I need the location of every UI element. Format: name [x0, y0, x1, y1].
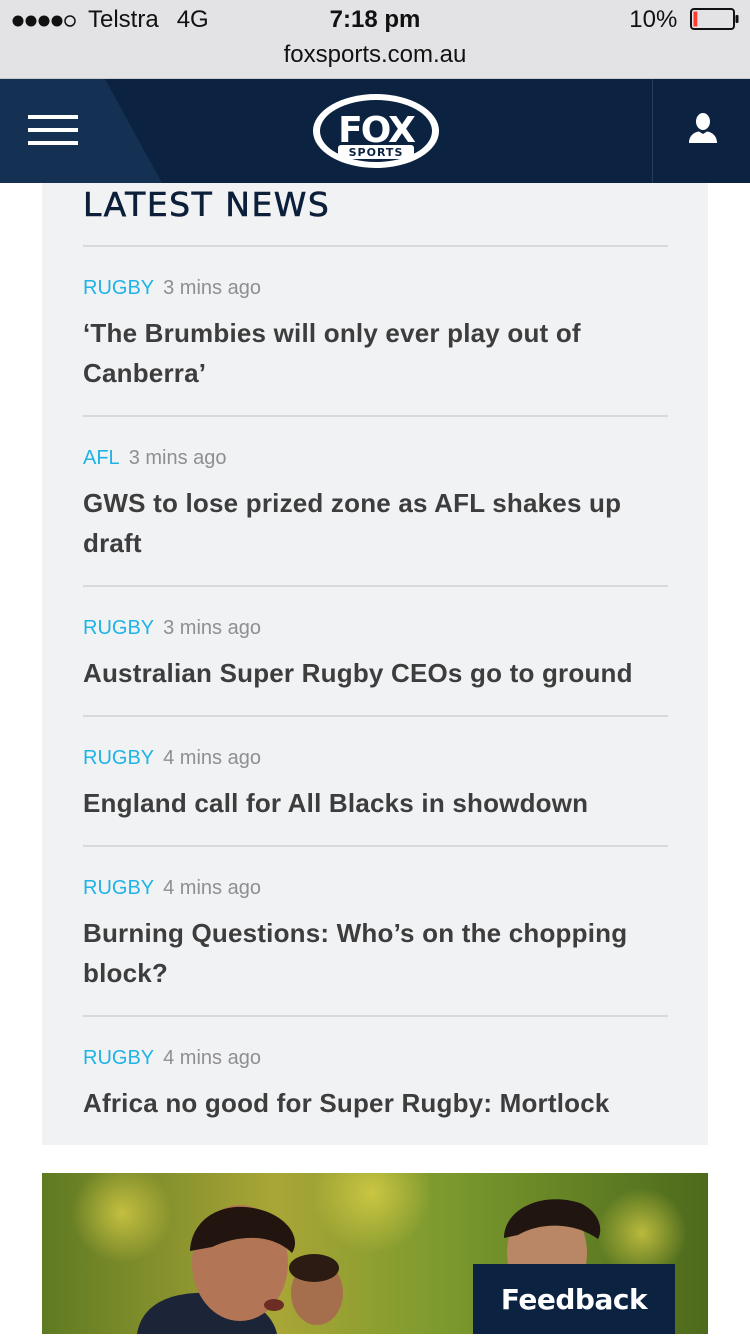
news-timestamp: 4 mins ago [163, 747, 261, 769]
news-timestamp: 4 mins ago [163, 1047, 261, 1069]
news-item[interactable]: RUGBY 4 mins ago Burning Questions: Who’s… [83, 845, 668, 1015]
logo-fox-text: FOX [338, 110, 416, 151]
news-item[interactable]: RUGBY 4 mins ago England call for All Bla… [83, 715, 668, 845]
logo-sports-text: SPORTS [349, 146, 404, 159]
news-category-link[interactable]: RUGBY [83, 877, 154, 899]
hamburger-menu-icon[interactable] [28, 115, 78, 147]
account-button[interactable] [653, 79, 750, 183]
news-meta: RUGBY 4 mins ago [83, 745, 261, 771]
news-headline-link[interactable]: Burning Questions: Who’s on the chopping… [83, 913, 673, 993]
news-item[interactable]: RUGBY 4 mins ago Africa no good for Super… [83, 1015, 668, 1145]
news-category-link[interactable]: RUGBY [83, 617, 154, 639]
news-category-link[interactable]: AFL [83, 447, 120, 469]
site-header: FOX SPORTS [0, 79, 750, 183]
news-headline-link[interactable]: England call for All Blacks in showdown [83, 783, 673, 823]
news-timestamp: 3 mins ago [128, 447, 227, 469]
status-right: 10% [629, 6, 740, 34]
battery-percent: 10% [629, 6, 678, 33]
news-headline-link[interactable]: Africa no good for Super Rugby: Mortlock [83, 1083, 673, 1123]
news-timestamp: 4 mins ago [163, 877, 261, 899]
news-meta: AFL 3 mins ago [83, 445, 227, 471]
battery-fill [693, 11, 698, 27]
news-item[interactable]: AFL 3 mins ago GWS to lose prized zone as… [83, 415, 668, 585]
fox-sports-logo[interactable]: FOX SPORTS [310, 91, 442, 171]
news-category-link[interactable]: RUGBY [83, 1047, 154, 1069]
news-timestamp: 3 mins ago [163, 277, 261, 299]
latest-news-panel: LATEST NEWS RUGBY 3 mins ago ‘The Brumbie… [42, 183, 708, 1145]
user-silhouette-icon [689, 113, 717, 143]
news-headline-link[interactable]: ‘The Brumbies will only ever play out of… [83, 313, 673, 393]
news-item[interactable]: RUGBY 3 mins ago ‘The Brumbies will only … [83, 245, 668, 415]
news-meta: RUGBY 3 mins ago [83, 615, 261, 641]
feedback-button[interactable]: Feedback [473, 1264, 675, 1334]
news-item[interactable]: RUGBY 3 mins ago Australian Super Rugby C… [83, 585, 668, 715]
news-category-link[interactable]: RUGBY [83, 747, 154, 769]
news-category-link[interactable]: RUGBY [83, 277, 154, 299]
news-meta: RUGBY 4 mins ago [83, 875, 261, 901]
latest-news-heading: LATEST NEWS [83, 185, 331, 225]
news-headline-link[interactable]: Australian Super Rugby CEOs go to ground [83, 653, 673, 693]
ios-status-bar: Telstra 4G 7:18 pm 10% foxsports.com.au [0, 0, 750, 79]
news-meta: RUGBY 3 mins ago [83, 275, 261, 301]
battery-icon [690, 8, 739, 31]
news-timestamp: 3 mins ago [163, 617, 261, 639]
news-meta: RUGBY 4 mins ago [83, 1045, 261, 1071]
url-bar[interactable]: foxsports.com.au [0, 41, 750, 69]
news-headline-link[interactable]: GWS to lose prized zone as AFL shakes up… [83, 483, 673, 563]
